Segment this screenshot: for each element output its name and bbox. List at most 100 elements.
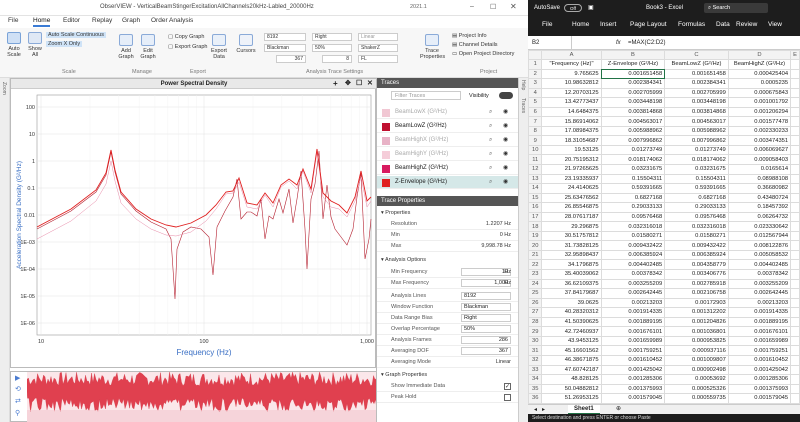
psd-chart[interactable]: 1001010.10.011E-031E-041E-051E-06 10 100 1…	[11, 89, 377, 369]
cell[interactable]: 0.032316018	[664, 221, 729, 232]
row-header[interactable]: 7	[528, 116, 543, 127]
cell[interactable]: 32.95898437	[541, 249, 602, 261]
excel-search-box[interactable]: ⌕ Search	[704, 3, 768, 13]
cell[interactable]: 0.06264732	[727, 211, 792, 223]
cell[interactable]: 0.001759251	[600, 345, 666, 356]
trace-item[interactable]: BeamHighZ (G²/Hz) ⌕ ◉	[377, 162, 519, 175]
cell[interactable]: 15.86914062	[541, 116, 602, 127]
trace-item[interactable]: Z-Envelope (G²/Hz) ⌕ ◉	[377, 176, 519, 189]
traces-strip-label[interactable]: Traces	[520, 98, 526, 113]
row-header[interactable]: 16	[528, 202, 543, 213]
cell[interactable]: 24.4140625	[541, 183, 602, 194]
cell[interactable]: 0.018174062	[600, 154, 666, 165]
cell[interactable]: 26.85546875	[541, 202, 602, 213]
cell[interactable]: 0.009058403	[727, 154, 792, 165]
search-icon[interactable]: ⌕	[489, 134, 492, 147]
trace-item[interactable]: BeamHighX (G²/Hz) ⌕ ◉	[377, 134, 519, 147]
project-info-button[interactable]: ▤ Project Info	[452, 33, 487, 39]
cell[interactable]	[790, 307, 800, 318]
maximize-icon[interactable]: ☐	[490, 3, 496, 11]
cell[interactable]: 34.1796875	[541, 259, 602, 271]
cell[interactable]: 0.000425404	[727, 68, 792, 80]
name-box[interactable]: B2	[532, 36, 572, 50]
excel-tab-insert[interactable]: Insert	[600, 21, 616, 28]
cell[interactable]	[790, 144, 800, 156]
frames2-input[interactable]: 8	[322, 55, 352, 63]
fl-dropdown[interactable]: FL	[358, 55, 398, 63]
channel-details-button[interactable]: ▤ Channel Details	[452, 42, 498, 48]
cell[interactable]: 19.53125	[541, 144, 602, 156]
cell[interactable]: 0.03231675	[600, 164, 666, 175]
cell[interactable]: 45.16601562	[541, 345, 602, 356]
cell[interactable]: 0.004402485	[600, 259, 666, 271]
trace-color-swatch[interactable]	[382, 137, 390, 145]
row-header[interactable]: 33	[528, 364, 543, 376]
cell[interactable]: 0.003448198	[600, 97, 666, 108]
copy-graph-button[interactable]: ▢ Copy Graph	[168, 34, 204, 40]
row-header[interactable]: 13	[528, 173, 543, 185]
trace-item[interactable]: BeamHighY (G²/Hz) ⌕ ◉	[377, 148, 519, 161]
analysis-lines-dropdown[interactable]: 8192	[461, 292, 511, 300]
cell[interactable]	[790, 288, 800, 299]
show-immediate-checkbox[interactable]: ✓	[504, 383, 511, 390]
cell[interactable]: 50.04882812	[541, 383, 602, 395]
properties-section[interactable]: ▾ Properties	[381, 210, 410, 216]
cell[interactable]: 0.004563017	[600, 116, 666, 127]
cell[interactable]: 0.003255209	[600, 278, 666, 290]
cell[interactable]: 0.004563017	[664, 116, 729, 127]
cell[interactable]: 0.29033133	[664, 202, 729, 213]
cell[interactable]	[790, 269, 800, 280]
row-header[interactable]: 30	[528, 335, 543, 347]
cell[interactable]: 0.001285306	[600, 374, 666, 385]
cell[interactable]: 0.001759251	[727, 345, 792, 356]
header-cell[interactable]: "Frequency (Hz)"	[541, 59, 602, 70]
cell[interactable]: 0.59391665	[600, 183, 666, 194]
search-icon[interactable]: ⌕	[489, 120, 492, 133]
cell[interactable]: 28.07617187	[541, 211, 602, 223]
minimize-icon[interactable]: –	[470, 3, 474, 10]
cell[interactable]: 0.000953825	[664, 335, 729, 347]
search-icon[interactable]: ⌕	[489, 162, 492, 175]
lock-icon[interactable]: ⚲	[15, 409, 20, 417]
cell[interactable]: 0.001204826	[664, 316, 729, 328]
excel-tab-page-layout[interactable]: Page Layout	[630, 21, 667, 28]
cell[interactable]	[790, 68, 800, 80]
cell[interactable]: 0.018174062	[664, 154, 729, 165]
cell[interactable]: 0.002785918	[664, 278, 729, 290]
cell[interactable]	[790, 297, 800, 309]
cell[interactable]: 10.98632812	[541, 78, 602, 89]
cell[interactable]: 37.84179687	[541, 288, 602, 299]
auto-scale-button[interactable]: Auto Scale	[4, 32, 24, 58]
excel-tab-view[interactable]: View	[768, 21, 782, 28]
column-header[interactable]: B	[600, 50, 666, 60]
cell[interactable]	[790, 154, 800, 165]
eye-icon[interactable]: ◉	[503, 162, 508, 175]
header-cell[interactable]	[790, 59, 800, 70]
cell[interactable]: 0.15504311	[600, 173, 666, 185]
cell[interactable]	[790, 221, 800, 232]
cell[interactable]: 0.006069627	[727, 144, 792, 156]
cell[interactable]: 39.0625	[541, 297, 602, 309]
cell[interactable]: 48.828125	[541, 374, 602, 385]
cell[interactable]: 21.97265625	[541, 164, 602, 175]
cell[interactable]: 0.012567944	[727, 230, 792, 242]
row-header[interactable]: 14	[528, 183, 543, 194]
cell[interactable]: 0.36680982	[727, 183, 792, 194]
cell[interactable]: 18.31054687	[541, 135, 602, 146]
trace-color-swatch[interactable]	[382, 165, 390, 173]
cell[interactable]: 29.296875	[541, 221, 602, 232]
cell[interactable]	[790, 192, 800, 204]
scale-dropdown[interactable]: Linear	[358, 33, 398, 41]
excel-tab-home[interactable]: Home	[572, 21, 589, 28]
excel-tab-data[interactable]: Data	[716, 21, 730, 28]
column-header[interactable]: C	[664, 50, 729, 60]
cell[interactable]: 0.001610452	[600, 354, 666, 366]
show-all-button[interactable]: Show All	[27, 32, 43, 58]
cell[interactable]: 51.26953125	[541, 393, 602, 404]
cell[interactable]: 0.001914335	[727, 307, 792, 318]
waveform-chart[interactable]	[27, 372, 377, 422]
overlap-dropdown[interactable]: 50%	[312, 44, 352, 52]
tab-home[interactable]: Home	[33, 17, 51, 27]
open-project-directory-button[interactable]: ▭ Open Project Directory	[452, 51, 514, 57]
maximize-graph-icon[interactable]: ☐	[356, 79, 362, 89]
